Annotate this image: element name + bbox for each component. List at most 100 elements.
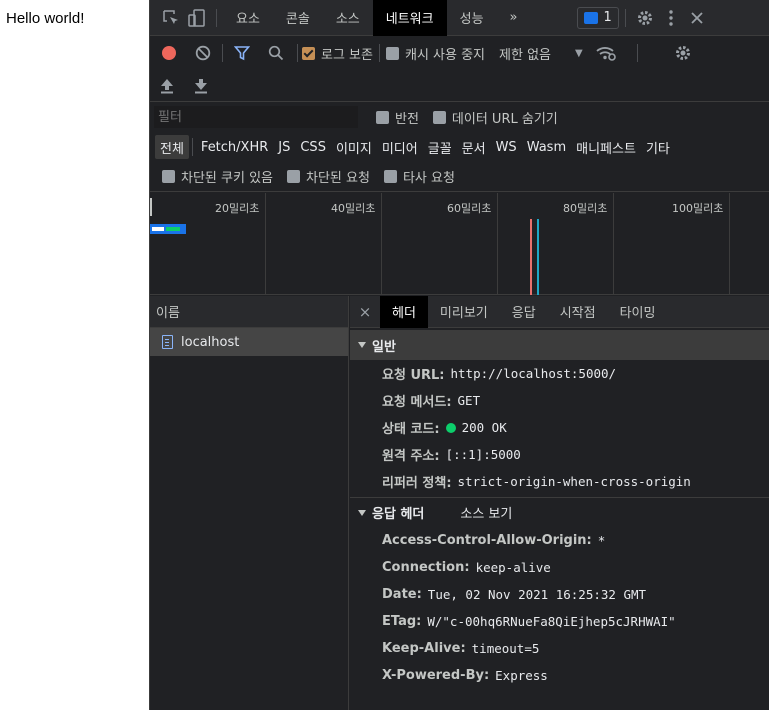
type-wasm[interactable]: Wasm [522,135,571,159]
row-key: 요청 URL: [382,368,445,383]
request-method-row: 요청 메서드: GET [350,387,769,414]
row-value: keep-alive [475,560,551,575]
blocked-cookies-checkbox[interactable] [162,170,175,183]
messages-badge[interactable]: 1 [576,6,619,29]
blocked-requests-label: 차단된 요청 [306,171,370,186]
settings-gear-icon[interactable] [632,0,658,36]
row-value: 200 OK [461,420,507,435]
filter-funnel-icon[interactable] [225,36,259,70]
timeline-overview[interactable]: 20밀리초 40밀리초 60밀리초 80밀리초 100밀리초 [150,193,769,295]
message-icon [583,11,598,24]
blocked-filters: 차단된 쿠키 있음 차단된 요청 타사 요청 [150,162,769,192]
row-key: ETag: [382,614,422,629]
blocked-cookies-label: 차단된 쿠키 있음 [181,171,273,186]
device-toolbar-icon[interactable] [184,0,210,36]
network-toolbar: 로그 보존 캐시 사용 중지 제한 없음 ▼ [150,36,769,70]
record-icon[interactable] [152,36,186,70]
row-key: Connection: [382,560,470,575]
inspect-element-icon[interactable] [158,0,184,36]
tab-performance[interactable]: 성능 [447,0,497,36]
tab-console[interactable]: 콘솔 [273,0,323,36]
load-event-marker [530,219,532,295]
row-key: 요청 메서드: [382,395,452,410]
request-name: localhost [181,334,240,350]
tab-headers[interactable]: 헤더 [380,295,428,328]
type-manifest[interactable]: 매니페스트 [571,135,641,159]
blocked-requests-checkbox[interactable] [287,170,300,183]
close-icon[interactable]: × [350,303,380,321]
export-har-icon[interactable] [184,70,218,102]
timeline-tick-label: 20밀리초 [215,202,260,215]
third-party-checkbox[interactable] [383,170,397,183]
header-row: Connection: keep-alive [350,554,769,581]
type-css[interactable]: CSS [295,135,331,159]
row-key: 원격 주소: [382,449,440,464]
request-row[interactable]: localhost [150,328,348,356]
filter-bar: 반전 데이터 URL 숨기기 [150,103,769,131]
name-column-header[interactable]: 이름 [150,296,348,328]
tab-sources[interactable]: 소스 [323,0,373,36]
response-headers-title: 응답 헤더 [372,507,425,522]
kebab-menu-icon[interactable] [658,0,684,36]
remote-address-row: 원격 주소: [::1]:5000 [350,441,769,468]
invert-checkbox[interactable] [376,110,389,124]
tab-response[interactable]: 응답 [500,296,548,328]
network-conditions-icon[interactable] [589,36,623,70]
type-js[interactable]: JS [273,135,295,159]
tab-initiator[interactable]: 시작점 [548,296,608,328]
status-ok-icon [445,422,456,433]
tab-elements[interactable]: 요소 [223,0,273,36]
tab-timing[interactable]: 타이밍 [608,296,668,328]
expand-triangle-icon [358,509,366,516]
third-party-label: 타사 요청 [402,171,455,186]
general-section-title: 일반 [372,339,396,355]
header-row: ETag: W/"c-00hq6RNueFa8QiEjhep5cJRHWAI" [350,608,769,635]
timeline-tick-label: 100밀리초 [672,202,724,215]
import-export-bar [150,70,769,102]
row-key: Access-Control-Allow-Origin: [382,533,592,548]
import-har-icon[interactable] [150,70,184,102]
general-section-header[interactable]: 일반 [350,330,769,360]
message-count: 1 [603,10,612,25]
view-source-link[interactable]: 소스 보기 [460,503,512,522]
throttling-select[interactable]: 제한 없음 [499,44,551,63]
network-settings-gear-icon[interactable] [666,36,700,70]
timeline-gridline [265,193,266,295]
clear-icon[interactable] [186,36,220,70]
search-icon[interactable] [259,36,293,70]
row-key: Keep-Alive: [382,641,466,656]
row-value: W/"c-00hq6RNueFa8QiEjhep5cJRHWAI" [427,614,676,629]
tab-network[interactable]: 네트워크 [372,0,447,36]
hide-data-urls-checkbox[interactable] [432,110,446,124]
devtools-panel: 요소 콘솔 소스 네트워크 성능 » 1 로그 보존 캐시 사용 중지 제한 없… [149,0,769,710]
status-code-row: 상태 코드: 200 OK [350,414,769,441]
type-media[interactable]: 미디어 [377,135,423,159]
timeline-gridline [613,193,614,295]
type-font[interactable]: 글꼴 [423,135,457,159]
timeline-tick-label: 40밀리초 [331,202,376,215]
preserve-log-label: 로그 보존 [321,47,373,63]
row-key: 리퍼러 정책: [382,476,452,491]
timeline-selection-handle[interactable] [150,198,152,216]
chevron-down-icon[interactable]: ▼ [575,48,583,59]
type-all[interactable]: 전체 [155,135,189,159]
tab-preview[interactable]: 미리보기 [428,296,500,328]
filter-input[interactable] [154,106,358,128]
disable-cache-checkbox[interactable] [385,46,399,60]
timeline-gridline [381,193,382,295]
type-fetch-xhr[interactable]: Fetch/XHR [196,135,273,159]
response-headers-section-header[interactable]: 응답 헤더 소스 보기 [350,497,769,527]
row-value: GET [457,393,481,408]
page-viewport: Hello world! [0,0,149,710]
type-img[interactable]: 이미지 [331,135,377,159]
type-other[interactable]: 기타 [641,135,675,159]
row-value: * [597,533,606,548]
row-key: X-Powered-By: [382,668,490,683]
more-tabs-button[interactable]: » [497,0,531,36]
close-devtools-icon[interactable] [684,0,710,36]
type-ws[interactable]: WS [491,135,522,159]
type-doc[interactable]: 문서 [457,135,491,159]
preserve-log-checkbox[interactable] [302,46,315,60]
header-row: Access-Control-Allow-Origin: * [350,527,769,554]
expand-triangle-icon [358,342,366,348]
